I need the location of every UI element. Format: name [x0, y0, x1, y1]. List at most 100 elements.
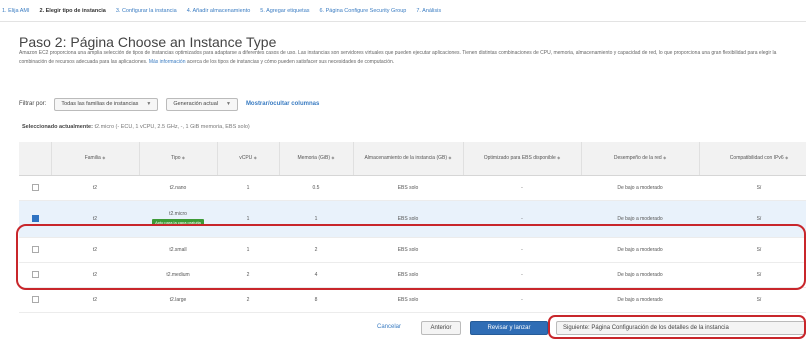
- row-checkbox[interactable]: [31, 184, 39, 191]
- table-header-row: Familia ◆ Tipo ◆ vCPU ◆ Memoria (GiB) ◆ …: [19, 142, 806, 176]
- cell-ebs: -: [463, 262, 581, 288]
- description-text: Amazon EC2 proporciona una amplia selecc…: [19, 50, 777, 65]
- cell-vcpu: 1: [217, 200, 279, 238]
- header-network[interactable]: Desempeño de la red ◆: [581, 142, 700, 176]
- sort-icon: ◆: [785, 155, 789, 161]
- header-memory[interactable]: Memoria (GiB) ◆: [279, 142, 354, 176]
- step-add-tags[interactable]: 5. Agregar etiquetas: [260, 8, 309, 14]
- cell-family: t2: [51, 175, 139, 201]
- family-filter-value: Todas las familias de instancias: [61, 101, 139, 107]
- cell-family: t2: [51, 262, 139, 288]
- cell-vcpu: 2: [217, 287, 279, 313]
- cell-type: t2.medium: [139, 262, 217, 288]
- chevron-down-icon: ▼: [225, 101, 231, 107]
- previous-button[interactable]: Anterior: [421, 321, 461, 335]
- cell-network: De bajo a moderado: [581, 175, 699, 201]
- generation-filter-value: Generación actual: [173, 101, 218, 107]
- step-review[interactable]: 7. Análisis: [416, 8, 441, 14]
- cell-memory: 4: [279, 262, 353, 288]
- table-row-selected[interactable]: t2 t2.micro Apto para la capa gratuita 1…: [19, 200, 806, 238]
- cell-ipv6: Sí: [699, 287, 806, 313]
- cell-network: De bajo a moderado: [581, 200, 699, 238]
- cell-ebs: -: [463, 237, 581, 263]
- selection-prefix: Seleccionado actualmente:: [22, 124, 93, 130]
- header-family[interactable]: Familia ◆: [51, 142, 140, 176]
- sort-icon: ◆: [253, 155, 257, 161]
- sort-icon: ◆: [331, 155, 335, 161]
- cell-storage: EBS solo: [353, 287, 463, 313]
- sort-icon: ◆: [181, 155, 185, 161]
- step-instance-type[interactable]: 2. Elegir tipo de instancia: [40, 8, 106, 14]
- table-row[interactable]: t2 t2.nano 1 0.5 EBS solo - De bajo a mo…: [19, 175, 806, 201]
- row-checkbox[interactable]: [31, 296, 39, 303]
- table-row[interactable]: t2 t2.medium 2 4 EBS solo - De bajo a mo…: [19, 262, 806, 288]
- header-vcpu[interactable]: vCPU ◆: [217, 142, 280, 176]
- chevron-down-icon: ▼: [146, 101, 152, 107]
- sort-icon: ◆: [448, 155, 452, 161]
- toggle-columns-link[interactable]: Mostrar/ocultar columnas: [246, 101, 319, 107]
- instance-type-table: Familia ◆ Tipo ◆ vCPU ◆ Memoria (GiB) ◆ …: [19, 142, 806, 317]
- cell-vcpu: 1: [217, 175, 279, 201]
- wizard-actions: Cancelar Anterior Revisar y lanzar Sigui…: [0, 320, 806, 338]
- description-tail: acerca de los tipos de instancias y cómo…: [186, 58, 395, 65]
- current-selection: Seleccionado actualmente: t2.micro (- EC…: [22, 124, 250, 130]
- more-info-link[interactable]: Más información: [149, 59, 186, 65]
- cell-ipv6: Sí: [699, 200, 806, 238]
- generation-filter-select[interactable]: Generación actual ▼: [166, 97, 238, 111]
- filter-bar: Filtrar por: Todas las familias de insta…: [19, 96, 319, 112]
- step-configure-instance[interactable]: 3. Configurar la instancia: [116, 8, 177, 14]
- cell-network: De bajo a moderado: [581, 262, 699, 288]
- type-value: t2.micro: [169, 211, 187, 217]
- cell-ebs: -: [463, 175, 581, 201]
- row-checkbox[interactable]: [31, 271, 39, 278]
- cell-storage: EBS solo: [353, 200, 463, 238]
- cell-family: t2: [51, 200, 139, 238]
- cell-type: t2.micro Apto para la capa gratuita: [139, 200, 217, 238]
- sort-icon: ◆: [102, 155, 106, 161]
- header-type[interactable]: Tipo ◆: [139, 142, 218, 176]
- cell-storage: EBS solo: [353, 237, 463, 263]
- header-ebs[interactable]: Optimizado para EBS disponible ◆: [463, 142, 582, 176]
- sort-icon: ◆: [557, 155, 561, 161]
- header-select: [19, 142, 52, 176]
- step-add-storage[interactable]: 4. Añadir almacenamiento: [187, 8, 251, 14]
- step-choose-ami[interactable]: 1. Elija AMI: [2, 8, 30, 14]
- cell-vcpu: 2: [217, 262, 279, 288]
- family-filter-select[interactable]: Todas las familias de instancias ▼: [54, 97, 159, 111]
- cell-ipv6: Sí: [699, 175, 806, 201]
- cell-type: t2.small: [139, 237, 217, 263]
- cell-network: De bajo a moderado: [581, 237, 699, 263]
- cell-vcpu: 1: [217, 237, 279, 263]
- cell-storage: EBS solo: [353, 175, 463, 201]
- cell-memory: 1: [279, 200, 353, 238]
- header-storage[interactable]: Almacenamiento de la instancia (GB) ◆: [353, 142, 464, 176]
- sort-icon: ◆: [663, 155, 667, 161]
- cell-network: De bajo a moderado: [581, 287, 699, 313]
- row-checkbox-checked[interactable]: [31, 215, 39, 222]
- cell-type: t2.large: [139, 287, 217, 313]
- step-security-group[interactable]: 6. Página Configure Security Group: [320, 8, 407, 14]
- cell-ebs: -: [463, 287, 581, 313]
- filter-label: Filtrar por:: [19, 101, 47, 107]
- cell-memory: 2: [279, 237, 353, 263]
- review-launch-button[interactable]: Revisar y lanzar: [470, 321, 548, 335]
- row-checkbox[interactable]: [31, 246, 39, 253]
- table-row[interactable]: t2 t2.small 1 2 EBS solo - De bajo a mod…: [19, 237, 806, 263]
- cell-memory: 8: [279, 287, 353, 313]
- cell-storage: EBS solo: [353, 262, 463, 288]
- cell-ebs: -: [463, 200, 581, 238]
- cell-memory: 0.5: [279, 175, 353, 201]
- free-tier-badge: Apto para la capa gratuita: [152, 219, 204, 226]
- selection-value: t2.micro (- ECU, 1 vCPU, 2.5 GHz, -, 1 G…: [94, 124, 250, 130]
- cell-ipv6: Sí: [699, 262, 806, 288]
- page-title: Paso 2: Página Choose an Instance Type: [19, 34, 277, 50]
- cell-ipv6: Sí: [699, 237, 806, 263]
- header-ipv6[interactable]: Compatibilidad con IPv6 ◆: [699, 142, 806, 176]
- cancel-button[interactable]: Cancelar: [377, 324, 401, 330]
- cell-family: t2: [51, 237, 139, 263]
- page-description: Amazon EC2 proporciona una amplia selecc…: [19, 49, 804, 66]
- next-button[interactable]: Siguiente: Página Configuración de los d…: [556, 321, 806, 335]
- table-row[interactable]: t2 t2.large 2 8 EBS solo - De bajo a mod…: [19, 287, 806, 313]
- wizard-steps: 1. Elija AMI 2. Elegir tipo de instancia…: [0, 0, 806, 22]
- cell-family: t2: [51, 287, 139, 313]
